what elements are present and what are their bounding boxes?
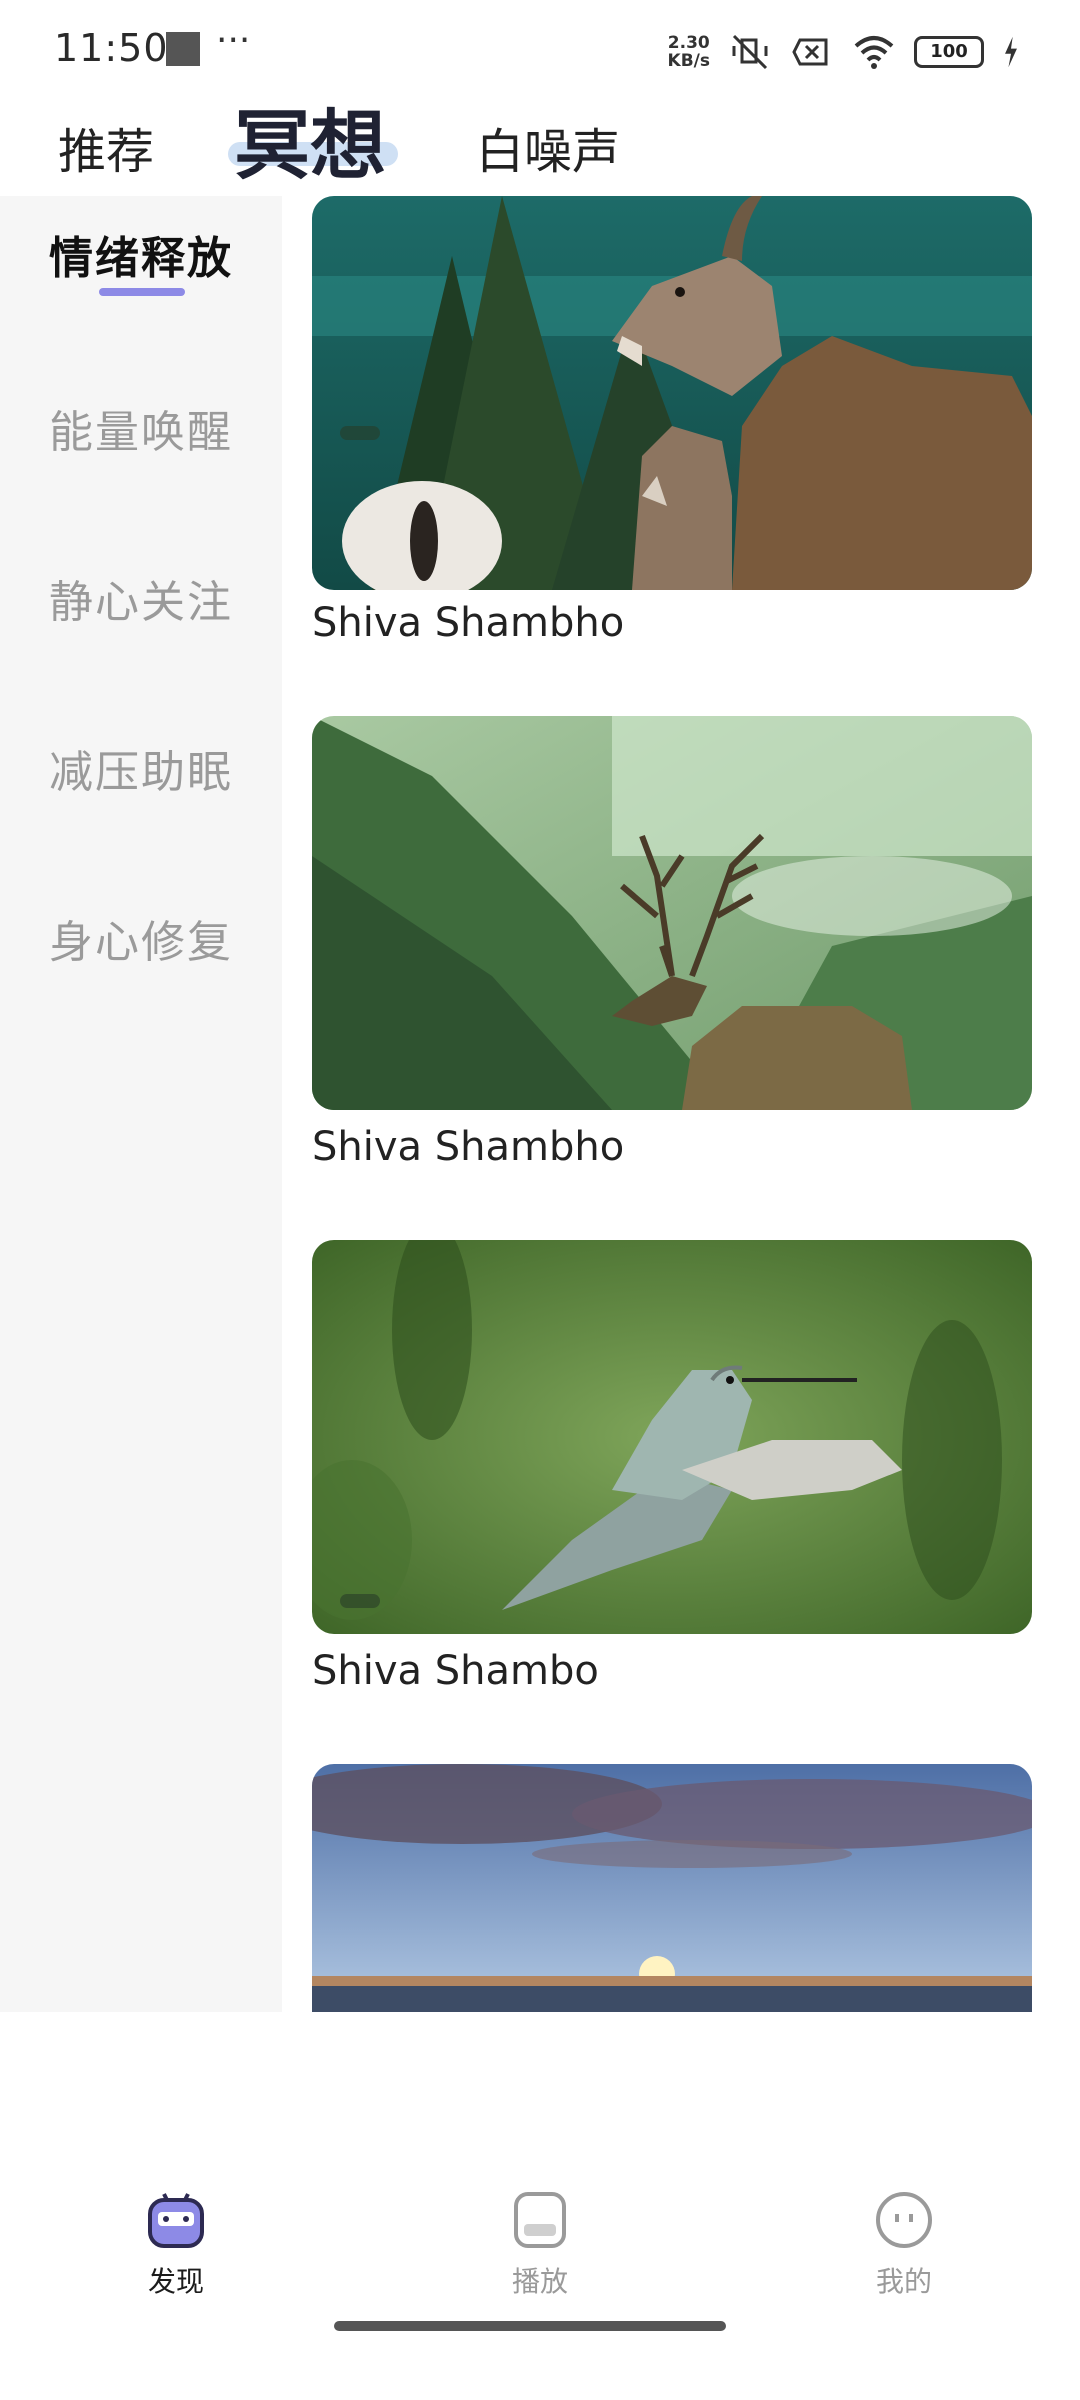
- sidebar-item-body-mind-repair[interactable]: 身心修复: [0, 906, 282, 970]
- face-icon: [876, 2192, 932, 2248]
- card-image-sunset-sea[interactable]: [312, 1764, 1032, 2012]
- network-speed: 2.30 KB/s: [667, 33, 710, 71]
- tab-meditation[interactable]: 冥想: [234, 84, 386, 194]
- top-tabs: 推荐 冥想 白噪声: [0, 84, 1080, 194]
- image-overlay-badge: [340, 426, 380, 440]
- nav-discover[interactable]: 发现: [76, 2188, 276, 2300]
- no-sim-icon: [792, 38, 828, 66]
- card-image-deer[interactable]: [312, 716, 1032, 1110]
- nav-play[interactable]: 播放: [440, 2188, 640, 2300]
- sidebar-item-calm-focus[interactable]: 静心关注: [0, 566, 282, 630]
- nav-label: 我的: [875, 2265, 932, 2298]
- nav-mine[interactable]: 我的: [804, 2188, 1004, 2300]
- nav-label: 播放: [511, 2265, 568, 2298]
- category-sidebar: 情绪释放 能量唤醒 静心关注 减压助眠 身心修复: [0, 196, 282, 2012]
- sunset-image: [312, 1764, 1032, 2012]
- nav-label: 发现: [147, 2265, 204, 2298]
- charging-icon: [1005, 36, 1017, 68]
- sidebar-item-emotion-release[interactable]: 情绪释放: [0, 222, 282, 286]
- bighorn-sheep-image: [312, 196, 1032, 590]
- deer-image: [312, 716, 1032, 1110]
- robot-icon: [148, 2193, 204, 2248]
- app-screen: 11:50 ··· 2.30 KB/s 100 推荐 冥想 白噪声 情绪释放 能…: [0, 0, 1080, 2400]
- battery-icon: 100: [914, 36, 984, 68]
- mute-vibrate-icon: [732, 34, 768, 70]
- card-title[interactable]: Shiva Shambo: [312, 1648, 599, 1694]
- more-notifications-icon: ···: [216, 20, 251, 61]
- status-bar: 11:50 ··· 2.30 KB/s 100: [0, 0, 1080, 80]
- status-time: 11:50: [54, 26, 169, 70]
- notification-icon: [166, 32, 200, 66]
- bottom-navigation: 发现 播放 我的: [0, 2012, 1080, 2400]
- image-overlay-badge: [340, 1594, 380, 1608]
- meditation-list: Shiva Shambho Shiva Shambho Shiva Shambo: [282, 196, 1080, 2012]
- status-icons: 2.30 KB/s 100: [668, 30, 1020, 74]
- sidebar-item-stress-sleep[interactable]: 减压助眠: [0, 736, 282, 800]
- card-image-hummingbird[interactable]: [312, 1240, 1032, 1634]
- home-indicator[interactable]: [334, 2321, 726, 2331]
- tab-white-noise[interactable]: 白噪声: [476, 112, 620, 182]
- card-title[interactable]: Shiva Shambho: [312, 600, 624, 646]
- wifi-icon: [854, 36, 894, 69]
- hummingbird-image: [312, 1240, 1032, 1634]
- card-image-bighorn-sheep[interactable]: [312, 196, 1032, 590]
- card-title[interactable]: Shiva Shambho: [312, 1124, 624, 1170]
- tab-recommend[interactable]: 推荐: [58, 112, 154, 182]
- sidebar-item-energy-awaken[interactable]: 能量唤醒: [0, 396, 282, 460]
- play-card-icon: [514, 2192, 566, 2248]
- sidebar-active-indicator: [99, 288, 185, 296]
